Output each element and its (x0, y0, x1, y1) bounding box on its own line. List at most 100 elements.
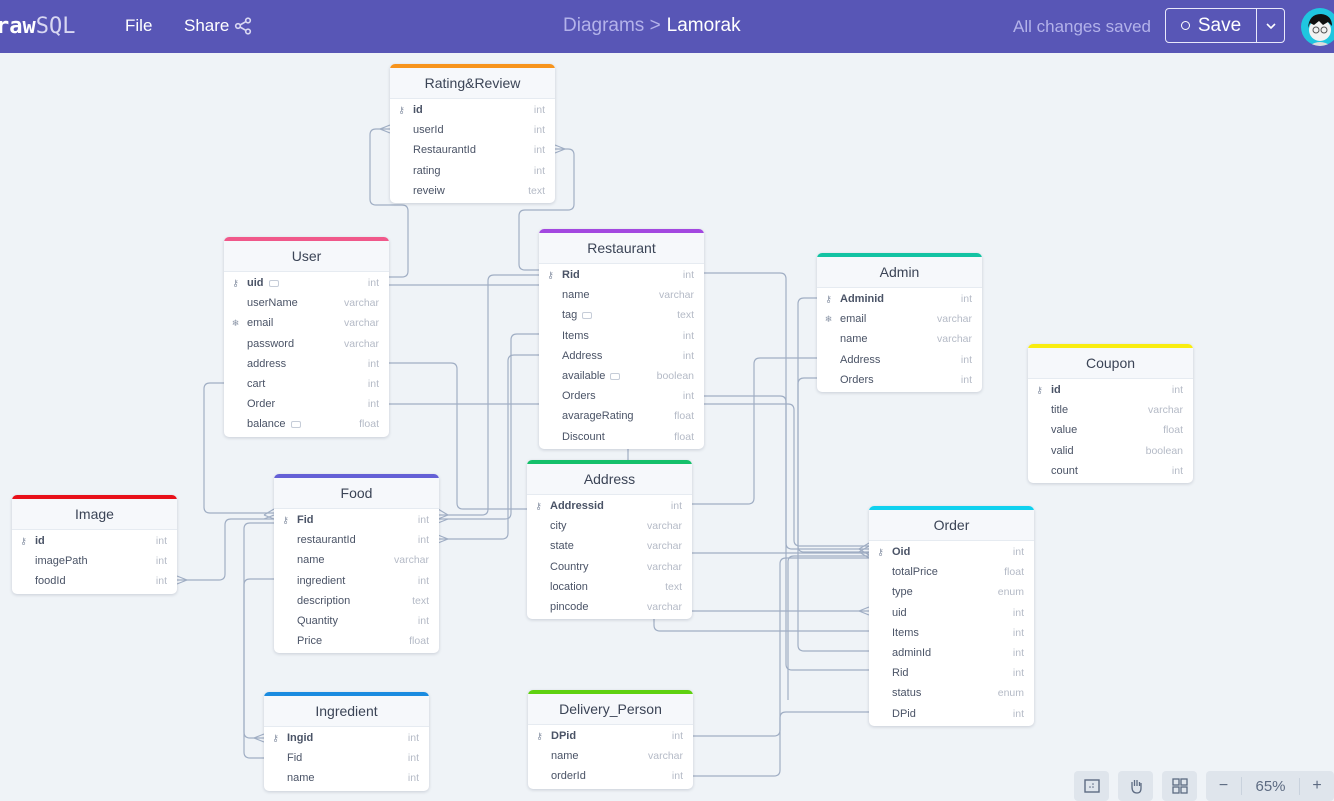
column-row[interactable]: Order int (224, 394, 389, 414)
column-row[interactable]: value float (1028, 420, 1193, 440)
column-row[interactable]: ⚷ id int (390, 100, 555, 120)
table-title[interactable]: Delivery_Person (528, 694, 693, 725)
column-row[interactable]: imagePath int (12, 551, 177, 571)
column-row[interactable]: ⚷ DPid int (528, 726, 693, 746)
note-icon[interactable] (610, 372, 621, 380)
column-row[interactable]: orderId int (528, 766, 693, 786)
column-row[interactable]: ❄ email varchar (817, 309, 982, 329)
layout-button[interactable] (1162, 771, 1197, 801)
column-row[interactable]: Items int (539, 326, 704, 346)
file-menu[interactable]: File (125, 16, 152, 36)
column-row[interactable]: Items int (869, 623, 1034, 643)
column-row[interactable]: ⚷ id int (1028, 380, 1193, 400)
column-row[interactable]: ⚷ uid int (224, 273, 389, 293)
column-row[interactable]: city varchar (527, 516, 692, 536)
table-ingredient[interactable]: Ingredient ⚷ Ingid int Fid int name int (264, 692, 429, 791)
table-restaurant[interactable]: Restaurant ⚷ Rid int name varchar tag text Items… (539, 229, 704, 449)
column-row[interactable]: ⚷ Rid int (539, 265, 704, 285)
column-row[interactable]: description text (274, 591, 439, 611)
table-title[interactable]: Rating&Review (390, 68, 555, 99)
table-image[interactable]: Image ⚷ id int imagePath int foodId int (12, 495, 177, 594)
table-coupon[interactable]: Coupon ⚷ id int title varchar value float valid b… (1028, 344, 1193, 483)
column-row[interactable]: ⚷ Fid int (274, 510, 439, 530)
zoom-level[interactable]: 65% (1242, 777, 1300, 795)
column-row[interactable]: balance float (224, 414, 389, 434)
column-row[interactable]: ingredient int (274, 571, 439, 591)
column-row[interactable]: name varchar (817, 329, 982, 349)
column-row[interactable]: cart int (224, 374, 389, 394)
table-delivery-person[interactable]: Delivery_Person ⚷ DPid int name varchar orderI… (528, 690, 693, 789)
column-row[interactable]: name varchar (539, 285, 704, 305)
save-dropdown-button[interactable] (1256, 8, 1285, 43)
column-row[interactable]: ⚷ Addressid int (527, 496, 692, 516)
table-admin[interactable]: Admin ⚷ Adminid int ❄ email varchar name varchar… (817, 253, 982, 392)
table-title[interactable]: Coupon (1028, 348, 1193, 379)
column-row[interactable]: rating int (390, 161, 555, 181)
column-row[interactable]: foodId int (12, 571, 177, 591)
zoom-in-button[interactable]: + (1300, 777, 1334, 795)
column-row[interactable]: Address int (539, 346, 704, 366)
table-title[interactable]: Admin (817, 257, 982, 288)
column-row[interactable]: RestaurantId int (390, 140, 555, 160)
column-row[interactable]: name int (264, 768, 429, 788)
user-avatar[interactable] (1301, 8, 1334, 46)
column-row[interactable]: Country varchar (527, 557, 692, 577)
column-row[interactable]: tag text (539, 305, 704, 325)
column-row[interactable]: Orders int (817, 370, 982, 390)
table-title[interactable]: Ingredient (264, 696, 429, 727)
column-row[interactable]: Orders int (539, 386, 704, 406)
column-row[interactable]: ⚷ Adminid int (817, 289, 982, 309)
column-row[interactable]: avarageRating float (539, 406, 704, 426)
column-row[interactable]: Rid int (869, 663, 1034, 683)
table-food[interactable]: Food ⚷ Fid int restaurantId int name varchar ing… (274, 474, 439, 654)
column-row[interactable]: pincode varchar (527, 597, 692, 617)
column-row[interactable]: DPid int (869, 704, 1034, 724)
column-row[interactable]: Fid int (264, 748, 429, 768)
table-title[interactable]: Food (274, 478, 439, 509)
column-row[interactable]: state varchar (527, 536, 692, 556)
zoom-out-button[interactable]: − (1206, 777, 1242, 795)
column-row[interactable]: uid int (869, 603, 1034, 623)
column-row[interactable]: reveiw text (390, 181, 555, 201)
column-row[interactable]: userId int (390, 120, 555, 140)
column-row[interactable]: location text (527, 577, 692, 597)
column-row[interactable]: valid boolean (1028, 441, 1193, 461)
column-row[interactable]: restaurantId int (274, 530, 439, 550)
note-icon[interactable] (268, 279, 279, 287)
column-row[interactable]: Price float (274, 631, 439, 651)
table-title[interactable]: Image (12, 499, 177, 530)
column-row[interactable]: totalPrice float (869, 562, 1034, 582)
column-row[interactable]: adminId int (869, 643, 1034, 663)
column-row[interactable]: title varchar (1028, 400, 1193, 420)
column-row[interactable]: name varchar (528, 746, 693, 766)
app-logo[interactable]: rawSQL (0, 13, 76, 39)
column-row[interactable]: ⚷ Oid int (869, 542, 1034, 562)
column-row[interactable]: available boolean (539, 366, 704, 386)
column-row[interactable]: password varchar (224, 334, 389, 354)
breadcrumb-diagrams[interactable]: Diagrams > (563, 15, 661, 36)
share-icon[interactable] (234, 17, 252, 35)
column-row[interactable]: ⚷ id int (12, 531, 177, 551)
column-row[interactable]: Address int (817, 350, 982, 370)
save-button[interactable]: Save (1165, 8, 1257, 43)
minimap-button[interactable] (1074, 771, 1109, 801)
column-row[interactable]: ❄ email varchar (224, 313, 389, 333)
column-row[interactable]: count int (1028, 461, 1193, 481)
column-row[interactable]: Discount float (539, 427, 704, 447)
breadcrumb-current[interactable]: Lamorak (667, 15, 741, 36)
table-title[interactable]: Restaurant (539, 233, 704, 264)
table-title[interactable]: Address (527, 464, 692, 495)
table-order[interactable]: Order ⚷ Oid int totalPrice float type enum uid in… (869, 506, 1034, 726)
column-row[interactable]: type enum (869, 582, 1034, 602)
table-user[interactable]: User ⚷ uid int userName varchar ❄ email varchar p… (224, 237, 389, 437)
note-icon[interactable] (290, 421, 301, 428)
table-address[interactable]: Address ⚷ Addressid int city varchar state varc… (527, 460, 692, 620)
hand-tool-button[interactable] (1118, 771, 1153, 801)
note-icon[interactable] (582, 312, 593, 320)
column-row[interactable]: name varchar (274, 550, 439, 570)
column-row[interactable]: status enum (869, 683, 1034, 703)
column-row[interactable]: userName varchar (224, 293, 389, 313)
share-menu[interactable]: Share (184, 16, 229, 36)
table-title[interactable]: Order (869, 510, 1034, 541)
column-row[interactable]: ⚷ Ingid int (264, 728, 429, 748)
